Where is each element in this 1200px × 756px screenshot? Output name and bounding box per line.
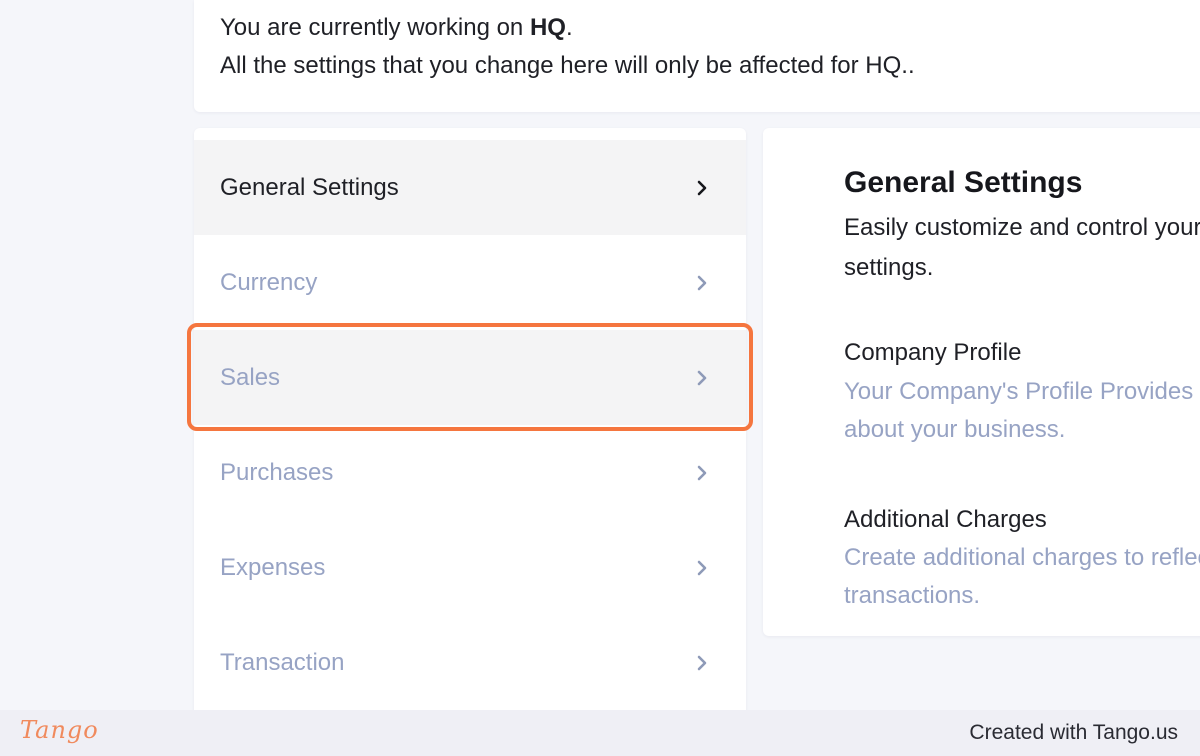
chevron-right-icon: [696, 179, 708, 197]
company-profile-description: Your Company's Profile Provides informat…: [844, 378, 1200, 443]
menu-item-label: Transaction: [220, 648, 345, 676]
tango-logo: Tango: [20, 716, 99, 744]
menu-item-label: Currency: [220, 268, 318, 296]
menu-item-transaction[interactable]: Transaction: [194, 615, 746, 710]
additional-charges-title[interactable]: Additional Charges: [844, 506, 1047, 534]
branch-notice-line2: All the settings that you change here wi…: [220, 52, 915, 79]
notice-suffix: .: [565, 14, 573, 41]
settings-content-panel: General Settings Easily customize and co…: [763, 128, 1200, 636]
menu-item-expenses[interactable]: Expenses: [194, 520, 746, 615]
screenshot-stage: You are currently working on HQ. All the…: [0, 0, 1200, 756]
menu-item-label: Purchases: [220, 458, 334, 486]
chevron-right-icon: [696, 654, 708, 672]
branch-name: HQ: [529, 14, 566, 41]
content-description: Easily customize and control your profil…: [844, 214, 1200, 281]
menu-item-label: General Settings: [220, 173, 399, 201]
branch-notice-line1: You are currently working on HQ.: [220, 14, 573, 42]
menu-item-general-settings[interactable]: General Settings: [194, 140, 746, 235]
menu-item-purchases[interactable]: Purchases: [194, 425, 746, 520]
branch-notice: You are currently working on HQ. All the…: [194, 0, 1200, 112]
notice-prefix: You are currently working on: [220, 14, 530, 41]
content-title: General Settings: [844, 166, 1083, 199]
chevron-right-icon: [696, 559, 708, 577]
menu-item-sales[interactable]: Sales: [194, 330, 746, 425]
chevron-right-icon: [696, 464, 708, 482]
tango-credit: Created with Tango.us: [969, 721, 1178, 744]
chevron-right-icon: [696, 369, 708, 387]
menu-item-label: Sales: [220, 363, 281, 391]
chevron-right-icon: [696, 274, 708, 292]
additional-charges-description: Create additional charges to reflect on …: [844, 544, 1200, 609]
company-profile-title[interactable]: Company Profile: [844, 339, 1021, 367]
menu-item-label: Expenses: [220, 553, 326, 581]
tango-footer: Tango Created with Tango.us: [0, 710, 1200, 756]
settings-menu: General Settings Currency Sales Purchase…: [194, 128, 746, 728]
menu-item-currency[interactable]: Currency: [194, 235, 746, 330]
